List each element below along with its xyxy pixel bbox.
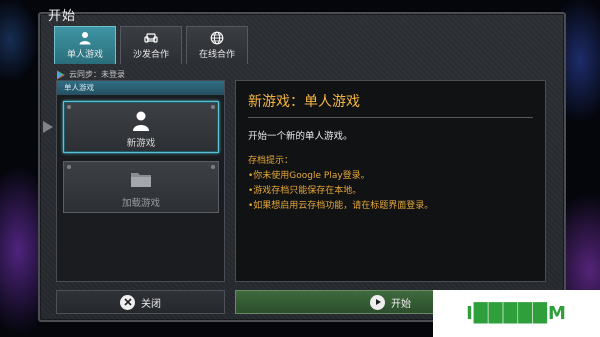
close-button-label: 关闭: [141, 298, 161, 310]
google-play-icon: [57, 70, 65, 79]
cloud-sync-text: 云同步：未登录: [69, 70, 125, 79]
sofa-icon: [144, 33, 158, 43]
detail-title: 新游戏：单人游戏: [248, 91, 533, 118]
rivet: [67, 105, 71, 109]
save-note-item: •如果想启用云存档功能，请在标题界面登录。: [248, 201, 434, 211]
tab-label: 单人游戏: [66, 50, 103, 60]
load-game-button[interactable]: 加载游戏: [63, 161, 219, 213]
detail-panel: 新游戏：单人游戏 开始一个新的单人游戏。 存档提示： •你未使用Google P…: [235, 80, 546, 282]
new-game-label: 新游戏: [126, 138, 156, 149]
x-icon: [120, 294, 135, 310]
save-note-item: •游戏存档只能保存在本地。: [248, 186, 362, 196]
save-notes-heading: 存档提示：: [248, 156, 294, 166]
tab-couch-coop[interactable]: 沙发合作: [120, 26, 182, 64]
mode-tabs: 单人游戏 沙发合作 在线合作: [54, 26, 248, 64]
tab-label: 沙发合作: [132, 50, 169, 60]
panel-header: 单人游戏: [57, 81, 224, 95]
tab-single-player[interactable]: 单人游戏: [54, 26, 116, 64]
person-icon: [79, 32, 91, 45]
save-note-item: •你未使用Google Play登录。: [248, 171, 370, 181]
load-game-label: 加载游戏: [121, 198, 160, 209]
dialog-title: 开始: [48, 9, 77, 24]
game-slot-panel: 单人游戏 新游戏 加载游戏: [56, 80, 225, 282]
tab-online-coop[interactable]: 在线合作: [186, 26, 248, 64]
start-button-label: 开始: [391, 298, 411, 310]
play-icon: [370, 294, 385, 310]
watermark: I█████M: [433, 290, 600, 337]
rivet: [211, 105, 215, 109]
tab-label: 在线合作: [198, 50, 235, 60]
person-icon: [133, 111, 149, 131]
rivet: [67, 165, 71, 169]
save-notes: 存档提示： •你未使用Google Play登录。 •游戏存档只能保存在本地。 …: [248, 154, 533, 214]
new-game-button[interactable]: 新游戏: [63, 101, 219, 153]
rivet: [211, 165, 215, 169]
selection-arrow-icon: [43, 121, 53, 133]
detail-description: 开始一个新的单人游戏。: [248, 131, 353, 142]
close-button[interactable]: 关闭: [56, 290, 225, 314]
folder-icon: [131, 173, 151, 187]
globe-icon: [210, 31, 224, 45]
cloud-sync-status: 云同步：未登录: [56, 69, 125, 80]
